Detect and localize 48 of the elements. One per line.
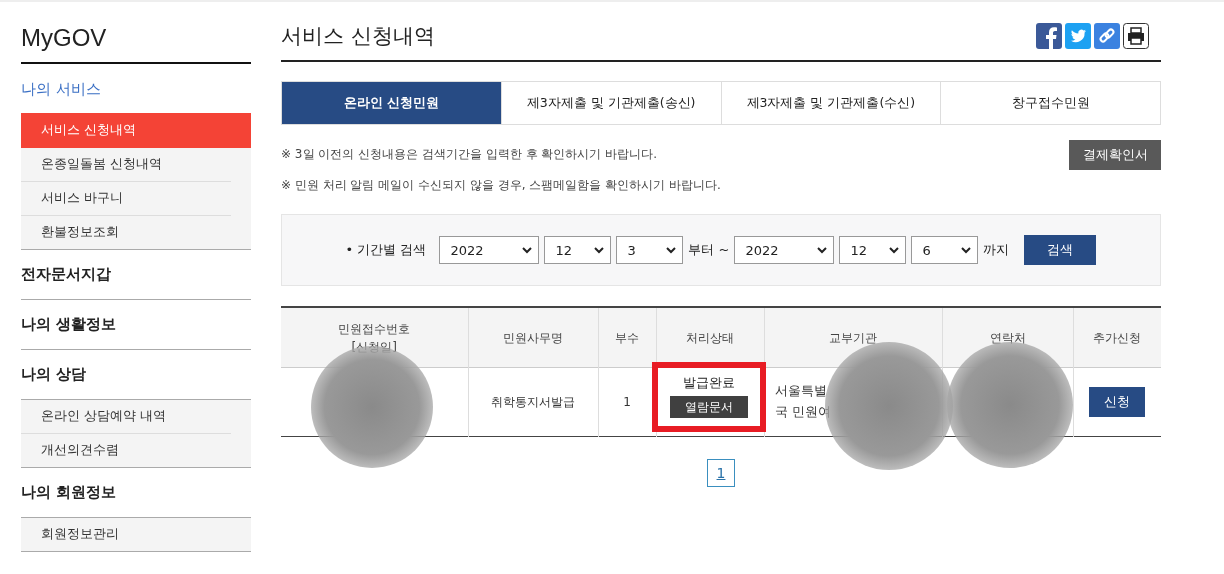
chevron-down-icon xyxy=(594,246,605,254)
sidebar-section[interactable]: 나의 생활정보 xyxy=(21,300,251,350)
date-select[interactable]: 12 xyxy=(839,236,907,264)
tab[interactable]: 온라인 신청민원 xyxy=(282,82,501,124)
date-select[interactable]: 6 xyxy=(911,236,979,264)
page-number[interactable]: 1 xyxy=(707,459,735,487)
status-text: 발급완료 xyxy=(683,375,735,392)
site-logo[interactable]: MyGOV xyxy=(21,2,251,64)
sidebar-item[interactable]: 서비스 바구니 xyxy=(21,182,231,216)
sidebar-item[interactable]: 온라인 상담예약 내역 xyxy=(21,400,231,434)
chevron-down-icon xyxy=(522,246,533,254)
chevron-down-icon xyxy=(666,246,677,254)
search-button[interactable]: 검색 xyxy=(1024,235,1097,265)
to-label: 까지 xyxy=(983,241,1010,259)
sidebar-section[interactable]: 전자문서지갑 xyxy=(21,250,251,300)
column-header: 민원사무명 xyxy=(468,307,598,368)
sidebar-item[interactable]: 서비스 신청내역 xyxy=(21,113,251,148)
search-label: • 기간별 검색 xyxy=(345,241,427,259)
payment-receipt-button[interactable]: 결제확인서 xyxy=(1069,140,1161,170)
apply-button[interactable]: 신청 xyxy=(1089,387,1146,417)
table-cell: 서울특별 국 민원여 xyxy=(764,367,942,437)
date-select[interactable]: 2022 xyxy=(734,236,835,264)
from-label: 부터 ~ xyxy=(688,241,730,259)
column-header: 연락처 xyxy=(942,307,1073,368)
chevron-down-icon xyxy=(817,246,828,254)
date-select[interactable]: 2022 xyxy=(439,236,540,264)
chevron-down-icon xyxy=(961,246,972,254)
page-title: 서비스 신청내역 xyxy=(281,23,435,50)
sidebar-item[interactable]: 개선의견수렴 xyxy=(21,434,231,467)
print-icon[interactable] xyxy=(1123,23,1149,49)
table-cell: 취학통지서발급 xyxy=(468,367,598,437)
sidebar-section[interactable]: 나의 서비스 xyxy=(21,64,251,113)
notice-text: ※ 민원 처리 알림 메일이 수신되지 않을 경우, 스팸메일함을 확인하시기 바랍니다. xyxy=(281,177,721,194)
table-cell: 1 xyxy=(598,367,656,437)
sidebar-item[interactable]: 환불정보조회 xyxy=(21,216,231,249)
column-header: 부수 xyxy=(598,307,656,368)
link-icon[interactable] xyxy=(1094,23,1120,49)
column-header: 교부기관 xyxy=(764,307,942,368)
sidebar-item[interactable]: 온종일돌봄 신청내역 xyxy=(21,148,231,182)
view-document-button[interactable]: 열람문서 xyxy=(670,396,748,418)
column-header: 민원접수번호 [신청일] xyxy=(281,307,468,368)
facebook-icon[interactable] xyxy=(1036,23,1062,49)
column-header: 추가신청 xyxy=(1073,307,1161,368)
date-select[interactable]: 12 xyxy=(544,236,612,264)
date-select[interactable]: 3 xyxy=(616,236,684,264)
notice-text: ※ 3일 이전의 신청내용은 검색기간을 입력한 후 확인하시기 바랍니다. xyxy=(281,146,659,163)
chevron-down-icon xyxy=(889,246,900,254)
twitter-icon[interactable] xyxy=(1065,23,1091,49)
